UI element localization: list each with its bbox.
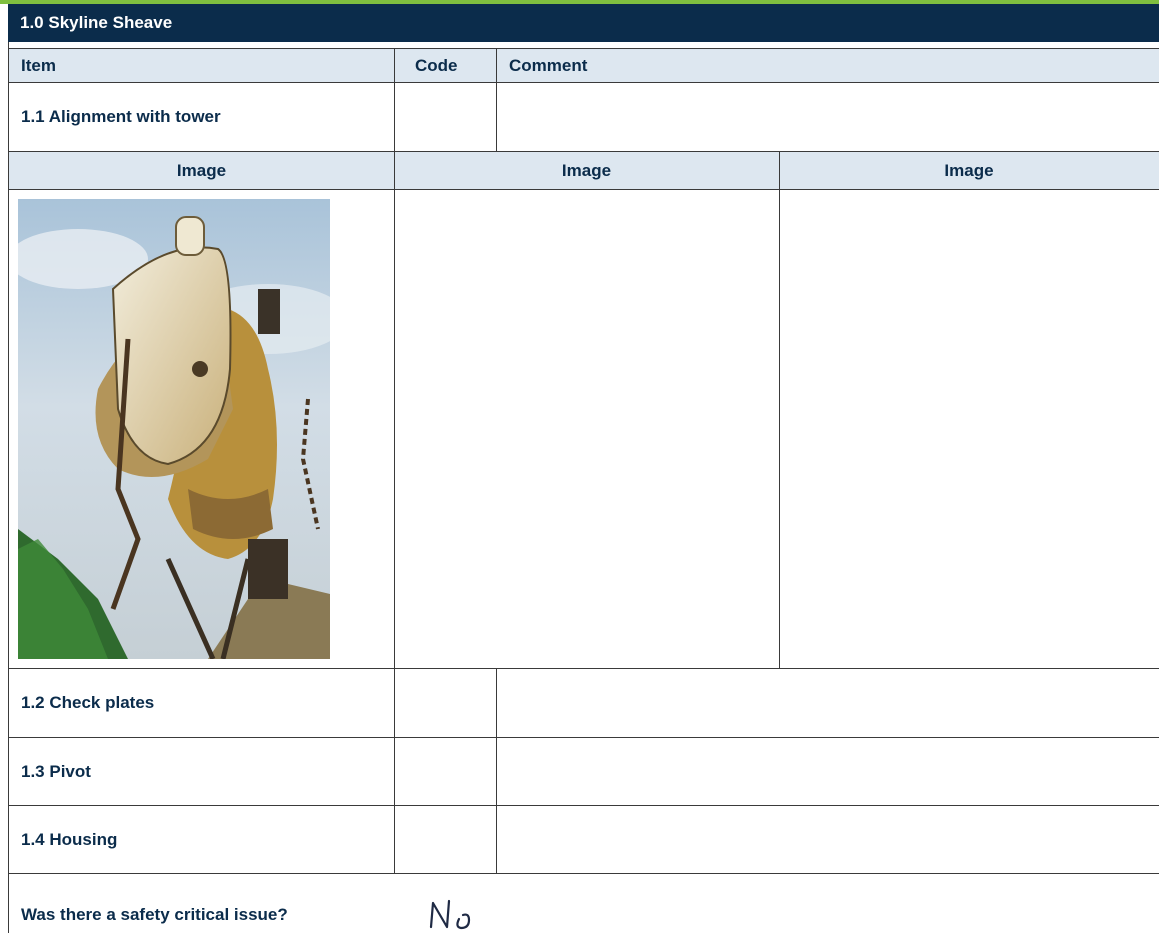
row-divider bbox=[8, 873, 1159, 874]
row-divider bbox=[8, 189, 1159, 190]
code-cell[interactable] bbox=[395, 738, 496, 805]
table-row-item: 1.3 Pivot bbox=[21, 761, 91, 781]
table-row-item: 1.4 Housing bbox=[21, 829, 118, 849]
safety-question: Was there a safety critical issue? bbox=[21, 905, 288, 924]
comment-cell[interactable] bbox=[497, 738, 1159, 805]
row-divider bbox=[8, 151, 1159, 152]
comment-cell[interactable] bbox=[497, 83, 1159, 151]
image-header-3: Image bbox=[944, 160, 994, 180]
row-divider bbox=[8, 48, 1159, 49]
code-cell[interactable] bbox=[395, 669, 496, 737]
comment-cell[interactable] bbox=[497, 669, 1159, 737]
table-left-border bbox=[8, 42, 9, 933]
sheave-photo bbox=[18, 199, 330, 659]
column-divider bbox=[779, 152, 780, 668]
code-cell[interactable] bbox=[395, 806, 496, 873]
section-title: 1.0 Skyline Sheave bbox=[8, 4, 1159, 42]
table-row-item: 1.2 Check plates bbox=[21, 693, 155, 712]
image-header-2: Image bbox=[561, 160, 612, 180]
column-header-code: Code bbox=[415, 55, 458, 75]
image-header-1: Image bbox=[176, 160, 227, 180]
table-row-item: 1.1 Alignment with tower bbox=[21, 107, 221, 126]
safety-answer-handwriting bbox=[429, 899, 471, 930]
column-header-item: Item bbox=[21, 55, 56, 75]
comment-cell[interactable] bbox=[497, 806, 1159, 873]
column-divider bbox=[394, 152, 395, 668]
column-header-comment: Comment bbox=[509, 55, 588, 75]
code-cell[interactable] bbox=[395, 83, 496, 151]
